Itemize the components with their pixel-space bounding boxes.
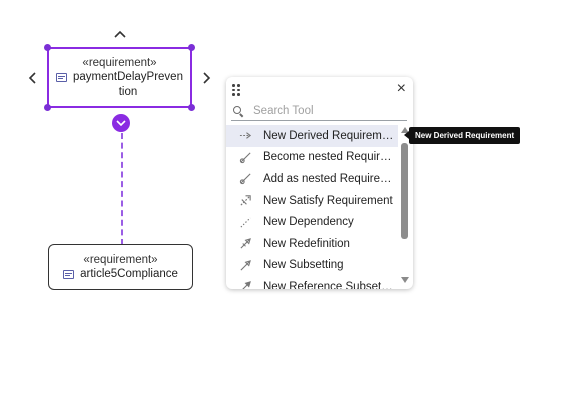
tool-label: New Satisfy Requirement — [263, 194, 393, 207]
tool-list-scrollbar[interactable] — [399, 127, 409, 285]
tool-become-nested-requirement[interactable]: Become nested Requirement — [226, 147, 398, 169]
node-stereotype: «requirement» — [82, 56, 157, 69]
tool-label: Become nested Requirement — [263, 151, 395, 164]
derive-arrow-icon — [239, 132, 252, 140]
tool-add-as-nested-requirement[interactable]: Add as nested Requirement — [226, 168, 398, 190]
close-icon[interactable]: × — [397, 80, 406, 98]
drag-handle-icon[interactable] — [232, 84, 242, 96]
selected-requirement-node[interactable]: «requirement» paymentDelayPreven tion — [44, 44, 195, 111]
node-name: article5Compliance — [80, 267, 178, 280]
nest-icon — [239, 152, 251, 164]
tool-new-redefinition[interactable]: New Redefinition — [226, 233, 398, 255]
nav-right-arrow[interactable] — [203, 72, 211, 88]
tool-label: New Dependency — [263, 216, 354, 229]
nav-left-arrow[interactable] — [28, 72, 36, 88]
tool-label: New Reference Subsetting — [263, 280, 395, 289]
tool-label: New Redefinition — [263, 237, 350, 250]
scroll-thumb[interactable] — [401, 143, 408, 239]
requirement-icon — [63, 269, 75, 279]
scroll-down-arrow-icon[interactable] — [401, 277, 409, 283]
tool-new-satisfy-requirement[interactable]: New Satisfy Requirement — [226, 190, 398, 212]
tool-label: New Subsetting — [263, 259, 344, 272]
reference-subsetting-icon — [242, 281, 251, 289]
search-bar — [231, 101, 407, 121]
search-input[interactable] — [251, 103, 405, 118]
node-name-line2: tion — [118, 85, 138, 98]
tool-new-reference-subsetting[interactable]: New Reference Subsetting — [226, 276, 398, 289]
dependency-icon — [240, 217, 251, 228]
tool-list: New Derived Requirement Become nested Re… — [226, 125, 398, 289]
satisfy-icon — [240, 195, 251, 206]
tool-new-subsetting[interactable]: New Subsetting — [226, 255, 398, 277]
tool-label: New Derived Requirement — [263, 129, 395, 142]
resize-handle-bottom-left[interactable] — [44, 104, 51, 111]
tool-new-derived-requirement[interactable]: New Derived Requirement — [226, 125, 398, 147]
dependency-connector-line — [121, 133, 123, 245]
tool-palette: × New Derived Requirement Become nested … — [226, 77, 413, 289]
nest-icon — [239, 173, 251, 185]
expand-toggle-button[interactable] — [112, 114, 130, 132]
requirement-icon — [56, 72, 68, 82]
tool-new-dependency[interactable]: New Dependency — [226, 211, 398, 233]
node-name-line1: paymentDelayPreven — [73, 70, 183, 83]
node-stereotype: «requirement» — [83, 253, 158, 266]
search-icon — [233, 105, 243, 116]
tooltip: New Derived Requirement — [403, 127, 521, 144]
requirement-node[interactable]: «requirement» article5Compliance — [48, 244, 193, 290]
subsetting-icon — [240, 259, 251, 271]
resize-handle-top-right[interactable] — [188, 44, 195, 51]
nav-up-arrow[interactable] — [114, 26, 126, 42]
resize-handle-top-left[interactable] — [44, 44, 51, 51]
resize-handle-bottom-right[interactable] — [188, 104, 195, 111]
redefinition-icon — [240, 238, 251, 249]
chevron-down-icon — [116, 120, 126, 126]
tool-label: Add as nested Requirement — [263, 172, 395, 185]
